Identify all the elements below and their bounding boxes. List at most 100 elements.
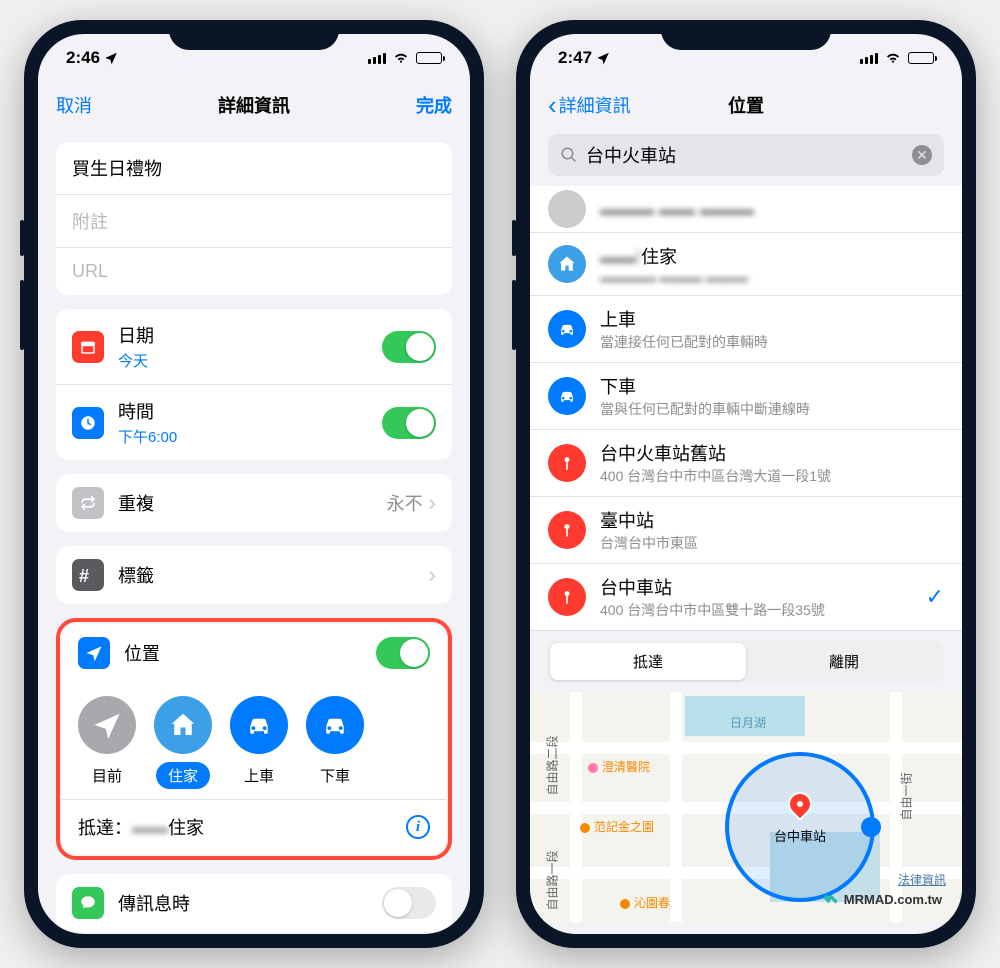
location-options: 目前 住家 上車 下車 — [62, 682, 446, 799]
signal-icon — [368, 52, 386, 64]
cancel-button[interactable]: 取消 — [56, 92, 92, 118]
message-icon — [72, 887, 104, 919]
search-icon — [560, 146, 578, 164]
arrival-suffix: 住家 — [168, 814, 204, 840]
pin-icon — [548, 578, 586, 616]
time-value: 下午6:00 — [118, 426, 382, 447]
notch — [661, 20, 831, 50]
status-time: 2:46 — [66, 48, 100, 68]
time-toggle[interactable] — [382, 407, 436, 439]
messaging-row[interactable]: 傳訊息時 — [56, 874, 452, 932]
checkmark-icon: ✓ — [926, 584, 944, 610]
road-label: 自由一街 — [898, 772, 915, 820]
wifi-icon — [392, 48, 410, 68]
poi-lake: 日月湖 — [730, 714, 766, 731]
result-row-station-old[interactable]: 台中火車站舊站400 台灣台中市中區台灣大道一段1號 — [530, 430, 962, 497]
phone-right: 2:47 ‹詳細資訊 位置 台中火車站 ✕ ▬▬▬ ▬▬ ▬▬▬ — [516, 20, 976, 948]
done-button[interactable]: 完成 — [416, 92, 452, 118]
chevron-left-icon: ‹ — [548, 90, 557, 121]
car-icon — [548, 310, 586, 348]
nav-title: 位置 — [728, 92, 764, 118]
date-row[interactable]: 日期今天 — [56, 309, 452, 384]
location-opt-home[interactable]: 住家 — [154, 696, 212, 789]
car-icon — [548, 377, 586, 415]
geofence-handle[interactable] — [861, 817, 881, 837]
time-label: 時間 — [118, 398, 382, 424]
segmented-control[interactable]: 抵達 離開 — [548, 641, 944, 682]
location-arrow-icon — [596, 51, 610, 65]
nav-arrow-icon — [78, 696, 136, 754]
date-label: 日期 — [118, 322, 382, 348]
pin-icon — [548, 511, 586, 549]
search-input[interactable]: 台中火車站 ✕ — [548, 134, 944, 176]
status-time: 2:47 — [558, 48, 592, 68]
battery-icon — [908, 52, 934, 64]
notes-field[interactable]: 附註 — [56, 194, 452, 247]
info-icon[interactable]: i — [406, 815, 430, 839]
result-row-blurred[interactable]: ▬▬▬ ▬▬ ▬▬▬ — [530, 186, 962, 233]
calendar-icon — [72, 331, 104, 363]
chevron-right-icon: › — [429, 490, 436, 516]
date-value: 今天 — [118, 350, 382, 371]
repeat-row[interactable]: 重複 永不› — [56, 474, 452, 532]
phone-left: 2:46 取消 詳細資訊 完成 買生日禮物 附註 URL 日 — [24, 20, 484, 948]
car-icon — [230, 696, 288, 754]
tags-label: 標籤 — [118, 562, 154, 588]
result-row-taichung[interactable]: 臺中站台灣台中市東區 — [530, 497, 962, 564]
location-opt-current[interactable]: 目前 — [78, 696, 136, 789]
search-value: 台中火車站 — [586, 142, 904, 168]
title-field[interactable]: 買生日禮物 — [56, 142, 452, 194]
nav-bar: 取消 詳細資訊 完成 — [38, 82, 470, 128]
result-list: ▬▬▬ ▬▬ ▬▬▬ ▬▬!住家▬▬▬▬ ▬▬▬ ▬▬▬ 上車當連接任何已配對的… — [530, 186, 962, 631]
chevron-right-icon: › — [429, 562, 436, 588]
arrival-blur: ▬▬ — [132, 817, 168, 838]
seg-leave[interactable]: 離開 — [746, 643, 942, 680]
hash-icon: # — [72, 559, 104, 591]
back-button[interactable]: ‹詳細資訊 — [548, 90, 631, 121]
signal-icon — [860, 52, 878, 64]
home-icon — [548, 245, 586, 283]
location-opt-getin[interactable]: 上車 — [230, 696, 288, 789]
location-toggle[interactable] — [376, 637, 430, 669]
messaging-label: 傳訊息時 — [118, 890, 190, 916]
nav-title: 詳細資訊 — [218, 92, 290, 118]
location-label: 位置 — [124, 640, 160, 666]
location-opt-getout[interactable]: 下車 — [306, 696, 364, 789]
screen-right: 2:47 ‹詳細資訊 位置 台中火車站 ✕ ▬▬▬ ▬▬ ▬▬▬ — [530, 34, 962, 934]
arrival-prefix: 抵達： — [78, 814, 132, 840]
home-icon — [154, 696, 212, 754]
screen-left: 2:46 取消 詳細資訊 完成 買生日禮物 附註 URL 日 — [38, 34, 470, 934]
nav-bar: ‹詳細資訊 位置 — [530, 82, 962, 128]
pin-icon — [548, 444, 586, 482]
placeholder-icon — [548, 190, 586, 228]
poi-food2: 沁園春 — [620, 894, 670, 911]
pin-label: 台中車站 — [774, 826, 826, 845]
url-field[interactable]: URL — [56, 247, 452, 295]
clear-icon[interactable]: ✕ — [912, 145, 932, 165]
date-toggle[interactable] — [382, 331, 436, 363]
location-icon — [78, 637, 110, 669]
poi-legal[interactable]: 法律資訊 — [898, 871, 946, 888]
road-label: 自由路二段 — [544, 735, 561, 795]
road-label: 自由路一段 — [544, 850, 561, 910]
location-highlight: 位置 目前 住家 上車 — [56, 618, 452, 860]
wifi-icon — [884, 48, 902, 68]
arrival-row[interactable]: 抵達： ▬▬ 住家 i — [62, 799, 446, 854]
repeat-icon — [72, 487, 104, 519]
seg-arrive[interactable]: 抵達 — [550, 643, 746, 680]
clock-icon — [72, 407, 104, 439]
repeat-label: 重複 — [118, 490, 154, 516]
result-row-getout[interactable]: 下車當與任何已配對的車輛中斷連線時 — [530, 363, 962, 430]
messaging-toggle[interactable] — [382, 887, 436, 919]
result-row-getin[interactable]: 上車當連接任何已配對的車輛時 — [530, 296, 962, 363]
content[interactable]: 買生日禮物 附註 URL 日期今天 時間下午6:00 — [38, 128, 470, 934]
tags-row[interactable]: # 標籤 › — [56, 546, 452, 604]
time-row[interactable]: 時間下午6:00 — [56, 384, 452, 460]
location-row[interactable]: 位置 — [62, 624, 446, 682]
result-row-home[interactable]: ▬▬!住家▬▬▬▬ ▬▬▬ ▬▬▬ — [530, 233, 962, 296]
result-row-station[interactable]: 台中車站400 台灣台中市中區雙十路一段35號 ✓ — [530, 564, 962, 631]
car-icon — [306, 696, 364, 754]
poi-food1: 范記金之園 — [580, 818, 654, 835]
map[interactable]: 日月湖 澄清醫院 范記金之園 沁園春 法律資訊 自由路二段 自由路一段 自由一街… — [530, 692, 962, 922]
repeat-value: 永不 — [387, 490, 423, 516]
